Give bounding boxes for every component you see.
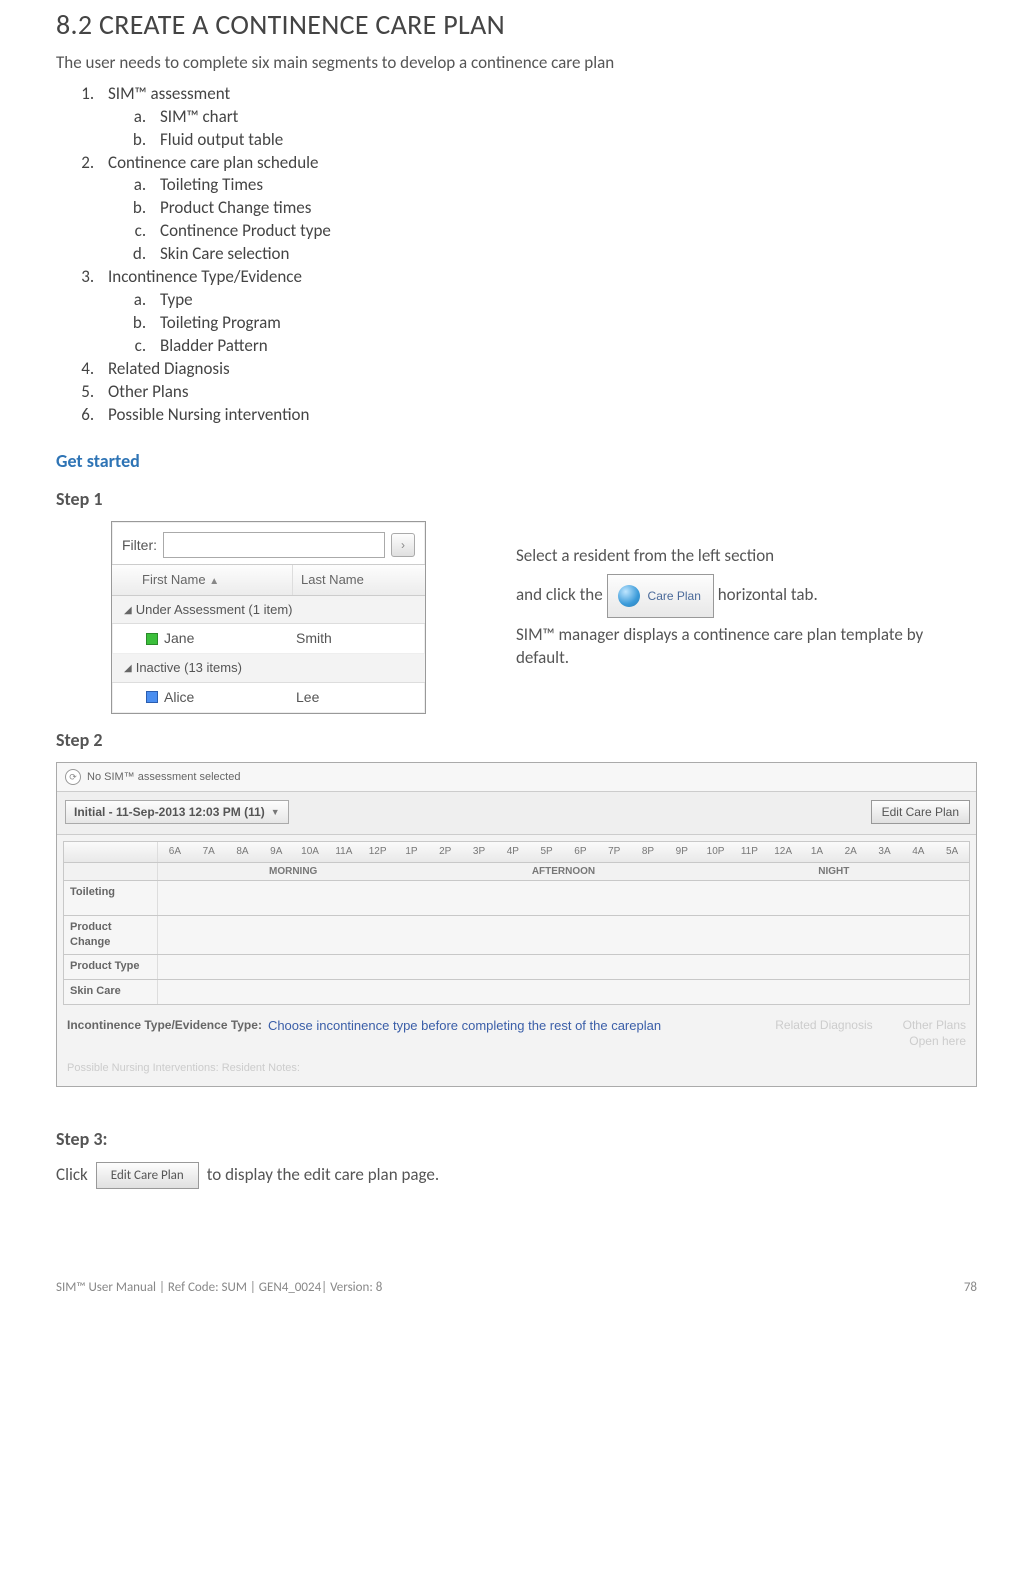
resident-first-name: Alice — [164, 688, 194, 707]
hour-cell: 1P — [395, 842, 429, 862]
hour-cell: 11A — [327, 842, 361, 862]
assessment-dropdown[interactable]: Initial - 11-Sep-2013 12:03 PM (11)▼ — [65, 800, 289, 824]
get-started-heading: Get started — [56, 449, 977, 473]
instruction-text: SIM™ manager displays a continence care … — [516, 624, 977, 670]
segment-list: SIM™ assessment SIM™ chart Fluid output … — [56, 83, 977, 427]
list-item: Skin Care selection — [150, 243, 977, 266]
step3-instruction: Click Edit Care Plan to display the edit… — [56, 1162, 977, 1190]
section-title: 8.2 CREATE A CONTINENCE CARE PLAN — [56, 6, 977, 44]
panel-footnote: Possible Nursing Interventions: Resident… — [57, 1057, 976, 1086]
hour-cell: 10A — [293, 842, 327, 862]
hour-cell: 7A — [192, 842, 226, 862]
resident-last-name: Lee — [288, 688, 425, 707]
list-item: Related Diagnosis — [98, 358, 977, 381]
list-item: Product Change times — [150, 197, 977, 220]
filter-column-headers: First Name ▲ Last Name — [112, 564, 425, 596]
time-header-row: 6A 7A 8A 9A 10A 11A 12P 1P 2P 3P 4P 5P 6… — [63, 841, 970, 863]
list-item: Toileting Times — [150, 174, 977, 197]
chevron-down-icon: ▼ — [271, 806, 280, 818]
step1-instructions: Select a resident from the left section … — [516, 521, 977, 676]
care-plan-tab[interactable]: Care Plan — [607, 574, 714, 618]
status-blue-icon — [146, 691, 158, 703]
filter-label: Filter: — [122, 536, 157, 555]
hour-cell: 8P — [631, 842, 665, 862]
list-item: Other Plans — [98, 381, 977, 404]
hour-cell: 1A — [800, 842, 834, 862]
hour-cell: 2P — [428, 842, 462, 862]
edit-care-plan-button[interactable]: Edit Care Plan — [871, 800, 970, 824]
hour-cell: 7P — [597, 842, 631, 862]
hour-cell: 8A — [226, 842, 260, 862]
filter-input[interactable] — [163, 532, 385, 558]
list-item: SIM™ assessment SIM™ chart Fluid output … — [98, 83, 977, 152]
hour-cell: 3P — [462, 842, 496, 862]
other-plans-label: Other Plans — [903, 1017, 966, 1033]
instruction-text: and click the Care Plan horizontal tab. — [516, 574, 977, 618]
column-last-name[interactable]: Last Name — [293, 565, 425, 595]
hour-cell: 4P — [496, 842, 530, 862]
resident-row[interactable]: Jane Smith — [112, 624, 425, 654]
collapse-icon: ◢ — [124, 662, 132, 676]
hour-cell: 4A — [901, 842, 935, 862]
hour-cell: 12P — [361, 842, 395, 862]
list-item: Continence care plan schedule Toileting … — [98, 152, 977, 267]
period-night: NIGHT — [699, 863, 969, 881]
status-green-icon — [146, 633, 158, 645]
period-row: MORNING AFTERNOON NIGHT — [63, 863, 970, 882]
list-item: SIM™ chart — [150, 106, 977, 129]
resident-first-name: Jane — [164, 629, 194, 648]
footer-left: SIM™ User Manual | Ref Code: SUM | GEN4_… — [56, 1279, 382, 1297]
no-assessment-label: No SIM™ assessment selected — [87, 770, 240, 785]
collapse-icon: ◢ — [124, 604, 132, 618]
care-plan-panel: ⟳ No SIM™ assessment selected Initial - … — [56, 762, 977, 1087]
hour-cell: 9A — [259, 842, 293, 862]
skin-care-row: Skin Care — [63, 980, 970, 1005]
hour-cell: 10P — [699, 842, 733, 862]
hour-cell: 5P — [530, 842, 564, 862]
period-afternoon: AFTERNOON — [428, 863, 698, 881]
list-item: Type — [150, 289, 977, 312]
step3-heading: Step 3: — [56, 1127, 977, 1151]
period-morning: MORNING — [158, 863, 428, 881]
group-under-assessment[interactable]: ◢Under Assessment (1 item) — [112, 596, 425, 625]
list-item: Continence Product type — [150, 220, 977, 243]
hour-cell: 6P — [564, 842, 598, 862]
hour-cell: 3A — [868, 842, 902, 862]
instruction-text: Select a resident from the left section — [516, 545, 977, 568]
toileting-row: Toileting — [63, 881, 970, 916]
sort-asc-icon: ▲ — [209, 576, 219, 587]
resident-row[interactable]: Alice Lee — [112, 683, 425, 713]
list-item: Fluid output table — [150, 129, 977, 152]
intro-text: The user needs to complete six main segm… — [56, 52, 977, 75]
product-type-row: Product Type — [63, 955, 970, 980]
hour-cell: 9P — [665, 842, 699, 862]
related-diagnosis-label: Related Diagnosis — [775, 1017, 872, 1033]
resident-filter-panel: Filter: › First Name ▲ Last Name ◢Under … — [111, 521, 426, 713]
incontinence-type-message: Choose incontinence type before completi… — [268, 1017, 661, 1035]
list-item: Incontinence Type/Evidence Type Toiletin… — [98, 266, 977, 358]
hour-cell: 11P — [732, 842, 766, 862]
globe-icon — [618, 585, 640, 607]
open-here-link: Open here — [903, 1033, 966, 1049]
filter-go-button[interactable]: › — [391, 533, 415, 557]
column-first-name[interactable]: First Name ▲ — [112, 565, 293, 595]
care-plan-tab-label: Care Plan — [648, 588, 701, 604]
hour-cell: 12A — [766, 842, 800, 862]
refresh-icon[interactable]: ⟳ — [65, 769, 81, 785]
page-footer: SIM™ User Manual | Ref Code: SUM | GEN4_… — [56, 1279, 977, 1297]
list-item: Toileting Program — [150, 312, 977, 335]
resident-last-name: Smith — [288, 629, 425, 648]
hour-cell: 5A — [935, 842, 969, 862]
hour-cell: 2A — [834, 842, 868, 862]
step2-heading: Step 2 — [56, 728, 977, 752]
list-item: Possible Nursing intervention — [98, 404, 977, 427]
product-change-row: Product Change — [63, 916, 970, 955]
hour-cell: 6A — [158, 842, 192, 862]
incontinence-type-label: Incontinence Type/Evidence Type: — [67, 1017, 262, 1033]
step1-heading: Step 1 — [56, 487, 977, 511]
page-number: 78 — [964, 1279, 977, 1297]
list-item: Bladder Pattern — [150, 335, 977, 358]
edit-care-plan-button[interactable]: Edit Care Plan — [96, 1162, 199, 1190]
group-inactive[interactable]: ◢Inactive (13 items) — [112, 654, 425, 683]
